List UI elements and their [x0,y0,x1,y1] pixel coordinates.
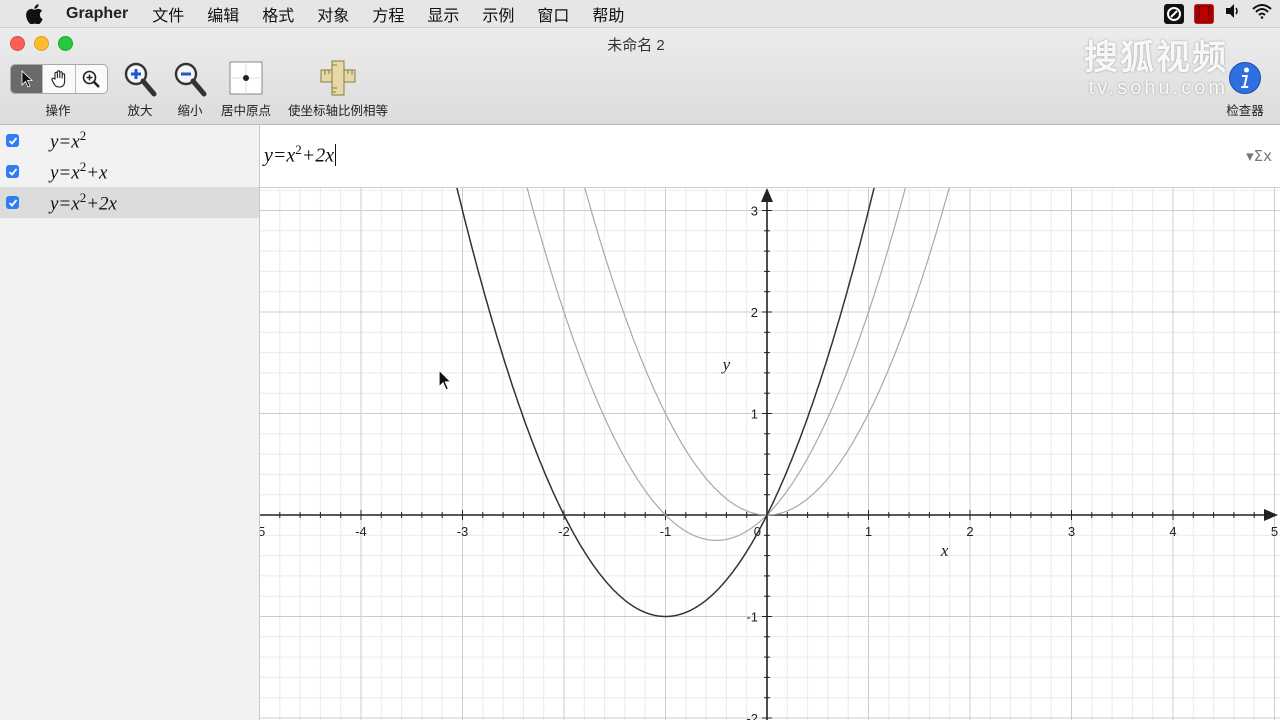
equation-2-rest: +x [86,162,108,184]
x-tick-label: 2 [966,524,973,539]
x-tick-label: -3 [457,524,469,539]
y-tick-label: -2 [746,711,758,720]
recording-icon[interactable] [1194,3,1214,24]
equation-3-checkbox[interactable] [6,196,19,209]
checkmark-icon [8,198,17,207]
equation-1-exponent: 2 [79,127,87,143]
apple-menu-icon[interactable] [26,3,48,24]
equal-axes-button[interactable]: 使坐标轴比例相等 [288,60,388,120]
sohu-watermark: 搜狐视频 tv.sohu.com [1084,30,1228,100]
hand-tool-button[interactable] [43,65,76,93]
equal-axes-label: 使坐标轴比例相等 [287,104,388,118]
x-tick-label: 4 [1169,524,1176,539]
center-origin-icon [229,61,263,95]
sigma-label: Σx [1253,147,1272,165]
x-tick-label: 3 [1068,524,1075,539]
equation-3-rest: +2x [86,193,117,215]
arrow-tool-button[interactable] [11,65,44,93]
x-tick-label: -5 [260,524,265,539]
menu-edit[interactable]: 编辑 [207,2,239,26]
menu-bar: Grapher 文件 编辑 格式 对象 方程 显示 示例 窗口 帮助 [0,0,1280,28]
zoom-out-icon [174,62,207,97]
equation-3-text[interactable]: y=x2+2x [50,190,117,215]
watermark-brand: 搜狐视频 [1084,39,1228,77]
menu-help[interactable]: 帮助 [592,2,624,26]
y-tick-label: -1 [746,610,758,625]
menu-equation[interactable]: 方程 [372,2,404,26]
x-axis-arrow [1264,509,1278,521]
menu-file[interactable]: 文件 [152,2,184,26]
equation-2-checkbox[interactable] [6,165,19,178]
arrow-pointer-icon [21,70,33,88]
equation-row-2[interactable]: y=x2+x [0,156,259,187]
hand-icon [51,70,66,88]
equation-palette-icon[interactable]: ▾Σx [1246,147,1272,165]
menu-window[interactable]: 窗口 [537,2,569,26]
inspector-label: 检查器 [1226,104,1264,118]
center-origin-button[interactable]: 居中原点 [221,60,271,120]
curve-2[interactable] [517,188,915,541]
equation-3-lhs: y=x [50,193,80,215]
graph-canvas[interactable]: -5-4-3-2-1012345321-1-2xy [260,188,1280,720]
menu-format[interactable]: 格式 [262,2,294,26]
menu-app-name[interactable]: Grapher [66,5,128,23]
editor-rest: +2x [301,144,335,167]
wifi-icon[interactable] [1252,3,1272,24]
equation-1-checkbox[interactable] [6,134,19,147]
equation-editor[interactable]: y=x2+2x ▾Σx [260,125,1280,188]
x-tick-label: -2 [558,524,570,539]
graph-area[interactable]: -5-4-3-2-1012345321-1-2xy [260,188,1280,720]
x-tick-label: -4 [355,524,367,539]
actions-segmented-control [10,64,108,94]
mouse-cursor-icon [438,369,453,391]
menu-examples[interactable]: 示例 [482,2,514,26]
equation-editor-text[interactable]: y=x2+2x [264,142,337,168]
x-tick-label: 1 [865,524,872,539]
x-tick-label: 5 [1271,524,1278,539]
title-bar-toolbar: 未命名 2 操作 放大 缩小 居中原点 使坐标轴比例相等 搜狐视频 tv.soh… [0,28,1280,125]
equation-1-text[interactable]: y=x2 [50,128,86,153]
editor-lhs: y=x [264,144,296,167]
y-tick-label: 1 [751,407,758,422]
checkmark-icon [8,167,17,176]
equation-2-text[interactable]: y=x2+x [50,159,107,184]
zoom-in-icon [124,62,157,97]
volume-icon[interactable] [1224,3,1242,24]
watermark-url: tv.sohu.com [1088,77,1228,99]
equation-2-lhs: y=x [50,162,80,184]
zoom-tool-button[interactable] [76,65,107,93]
checkmark-icon [8,136,17,145]
equation-row-3[interactable]: y=x2+2x [0,187,259,218]
status-area [1164,3,1272,24]
window-title: 未命名 2 [607,37,665,54]
y-axis-name: y [721,355,731,374]
menu-extra-app-icon[interactable] [1164,3,1184,24]
equation-list: y=x2 y=x2+x y=x2+2x [0,125,260,720]
equation-1-lhs: y=x [50,131,80,153]
x-axis-name: x [940,541,949,560]
menu-view[interactable]: 显示 [427,2,459,26]
x-tick-label: -1 [660,524,672,539]
magnifier-icon [83,70,101,88]
info-icon [1229,62,1261,94]
menu-object[interactable]: 对象 [317,2,349,26]
text-caret [335,143,337,166]
inspector-button[interactable]: 检查器 [1222,60,1268,120]
equation-row-1[interactable]: y=x2 [0,125,259,156]
y-tick-label: 3 [751,204,758,219]
y-tick-label: 2 [751,305,758,320]
equal-axes-ruler-icon [320,60,356,96]
